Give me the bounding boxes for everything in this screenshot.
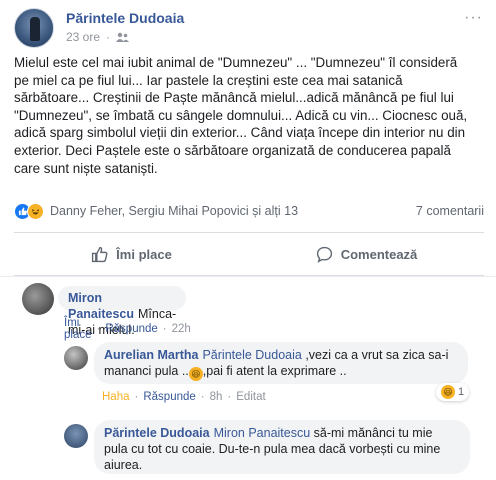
comment-like-link[interactable]: Îmi place	[64, 317, 92, 341]
separator: ·	[134, 391, 139, 403]
post-line: exterior. Deci Paștele este o sărbătoare…	[14, 142, 451, 158]
haha-reaction-icon[interactable]	[27, 202, 44, 220]
comment-actions: Haha · Răspunde · 8h · Editat	[102, 391, 266, 403]
edited-label[interactable]: Editat	[236, 391, 265, 403]
comment-bubble: Părintele Dudoaia Miron Panaitescu să-mi …	[94, 420, 470, 474]
separator: ·	[106, 30, 111, 44]
reactions-summary: Danny Feher, Sergiu Mihai Popovici și al…	[14, 200, 484, 222]
reaction-names[interactable]: Danny Feher, Sergiu Mihai Popovici și al…	[50, 204, 298, 218]
like-label: Îmi place	[116, 246, 172, 262]
separator: ·	[227, 391, 232, 403]
comment-reply-link[interactable]: Răspunde	[105, 323, 157, 335]
comment-reaction-link[interactable]: Haha	[102, 391, 130, 403]
post-line: Mielul este cel mai iubit animal de "Dum…	[14, 55, 458, 70]
post-line: "Dumnezeu", se îmbată cu sângele domnulu…	[14, 107, 468, 123]
post-line: adică sparg simbolul vieții din exterior…	[14, 125, 466, 141]
reaction-count: 1	[458, 386, 465, 398]
comment-author[interactable]: Părintele Dudoaia	[104, 426, 210, 440]
commenter-avatar[interactable]	[64, 346, 88, 370]
haha-reaction-icon: 😆	[441, 385, 455, 399]
comment-reaction-count[interactable]: 😆 1	[436, 383, 470, 401]
comment-author[interactable]: Aurelian Martha	[104, 348, 198, 362]
thumbs-up-icon	[92, 246, 108, 262]
post-author[interactable]: Părintele Dudoaia	[66, 10, 184, 26]
post-time[interactable]: 23 ore	[66, 30, 100, 44]
separator: ·	[162, 323, 167, 335]
comment-bubble: Aurelian Martha Părintele Dudoaia ,vezi c…	[94, 342, 468, 384]
post-header: Părintele Dudoaia 23 ore · ···	[14, 8, 484, 50]
commenter-avatar[interactable]	[64, 424, 88, 448]
comment-reply-link[interactable]: Răspunde	[143, 391, 195, 403]
comment-text: mananci pula ..	[104, 364, 189, 378]
comment-text: pula cu tot cu coaie. Du-te-n pula mea d…	[104, 442, 441, 456]
author-avatar[interactable]	[14, 8, 54, 48]
laughing-emoji-icon: 😆	[188, 367, 203, 381]
post-actions: Îmi place Comentează	[14, 232, 484, 276]
friends-icon	[116, 32, 130, 42]
comment-text: aiurea.	[104, 458, 143, 472]
comment-time[interactable]: 8h	[210, 391, 223, 403]
post-meta: 23 ore ·	[66, 30, 130, 44]
comment-label: Comentează	[340, 246, 418, 262]
post-line: pe miel ca pe fiul lui... Iar pastele la…	[14, 72, 403, 88]
comment-count[interactable]: 7 comentarii	[416, 204, 484, 218]
separator: ·	[200, 391, 205, 403]
like-button[interactable]: Îmi place	[14, 233, 249, 275]
post-line: care sunt niște sataniști.	[14, 160, 158, 176]
mention-tag[interactable]: Miron Panaitescu	[214, 426, 311, 440]
post-line: sărbătoare... Creștinii de Paște mănâncă…	[14, 90, 454, 106]
comment-text: să-mi mănânci tu mie	[313, 426, 433, 440]
more-options-icon[interactable]: ···	[464, 10, 484, 26]
comment-button[interactable]: Comentează	[249, 233, 484, 275]
comment-bubble: Miron Panaitescu Mînca-mi-ai mielul.	[58, 286, 187, 337]
commenter-avatar[interactable]	[22, 283, 54, 315]
comment-text: ,vezi ca a vrut sa zica sa-i	[305, 348, 449, 362]
mention-tag[interactable]: Părintele Dudoaia	[202, 348, 301, 362]
comment-actions: Îmi place · Răspunde · 22h	[64, 317, 191, 341]
comment-time[interactable]: 22h	[172, 323, 191, 335]
comment-text: ,pai fi atent la exprimare ..	[202, 364, 347, 378]
post-text: Mielul este cel mai iubit animal de "Dum…	[14, 54, 484, 177]
comment-bubble-icon	[316, 246, 332, 263]
separator: ·	[96, 323, 101, 335]
